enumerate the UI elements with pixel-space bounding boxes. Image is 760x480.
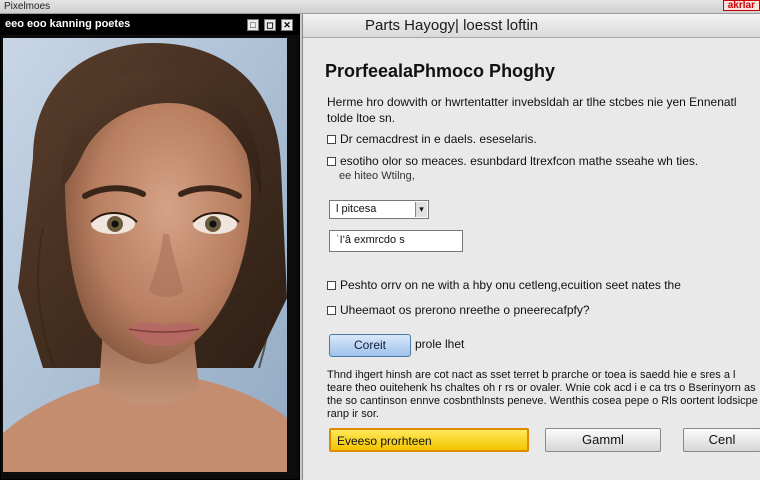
checkbox-2[interactable] bbox=[327, 157, 336, 166]
checkbox-2-label: esotiho olor so meaces. esunbdard ltrexf… bbox=[340, 154, 699, 168]
dialog-description: Herme hro dowvith or hwrtentatter invebs… bbox=[327, 95, 737, 125]
chevron-down-icon[interactable]: ▾ bbox=[415, 202, 427, 217]
settings-dialog: Parts Hayogy| loesst loftin ProrfeealaPh… bbox=[302, 14, 760, 480]
secondary-action-button[interactable]: Gamml bbox=[545, 428, 661, 452]
viewer-title: eeo eoo kanning poetes bbox=[5, 18, 131, 30]
text-input[interactable]: ˈI'â exmrcdo s bbox=[329, 230, 463, 252]
dialog-title: Parts Hayogy| loesst loftin bbox=[365, 17, 539, 34]
checkbox-row-3[interactable]: Peshto orrv on ne with a hby onu cetleng… bbox=[327, 277, 681, 293]
convert-button[interactable]: Coreit bbox=[329, 334, 411, 357]
image-viewer-window: eeo eoo kanning poetes □ ◻ ✕ bbox=[0, 14, 300, 480]
checkbox-1-label: Dr cemacdrest in e daels. eseselaris. bbox=[340, 132, 537, 146]
info-text: Thnd ihgert hinsh are cot nact as sset t… bbox=[327, 369, 758, 420]
minimize-icon[interactable]: □ bbox=[247, 19, 259, 31]
app-title: Pixelmoes bbox=[4, 1, 51, 12]
checkbox-4-label: Uheemaot os prerono nreethe o pneerecafp… bbox=[340, 303, 590, 317]
checkbox-3-label: Peshto orrv on ne with a hby onu cetleng… bbox=[340, 278, 681, 292]
viewer-title-bar[interactable]: eeo eoo kanning poetes □ ◻ ✕ bbox=[1, 15, 299, 35]
primary-action-button[interactable]: Eveeso prorhteen bbox=[329, 428, 529, 452]
maximize-icon[interactable]: ◻ bbox=[264, 19, 276, 31]
preset-select[interactable]: l pitcesa ▾ bbox=[329, 200, 429, 219]
checkbox-1[interactable] bbox=[327, 135, 336, 144]
cancel-button[interactable]: Cenl bbox=[683, 428, 760, 452]
checkbox-row-4[interactable]: Uheemaot os prerono nreethe o pneerecafp… bbox=[327, 302, 590, 318]
portrait-photo bbox=[3, 38, 287, 472]
checkbox-3[interactable] bbox=[327, 281, 336, 290]
close-icon[interactable]: ✕ bbox=[281, 19, 293, 31]
portrait-illustration bbox=[3, 38, 287, 472]
top-right-tag[interactable]: akrlar bbox=[722, 0, 760, 11]
convert-note: prole lhet bbox=[415, 337, 465, 351]
checkbox-row-1[interactable]: Dr cemacdrest in e daels. eseselaris. bbox=[327, 131, 537, 147]
checkbox-row-2[interactable]: esotiho olor so meaces. esunbdard ltrexf… bbox=[327, 153, 698, 169]
dialog-heading: ProrfeealaPhmoco Phoghy bbox=[325, 61, 556, 81]
dialog-title-bar[interactable]: Parts Hayogy| loesst loftin bbox=[303, 14, 760, 38]
checkbox-2-subnote: ee hiteo Wtilng, bbox=[339, 170, 415, 182]
top-bar: Pixelmoes akrlar bbox=[0, 0, 760, 14]
checkbox-4[interactable] bbox=[327, 306, 336, 315]
preset-select-value: l pitcesa bbox=[336, 203, 377, 215]
